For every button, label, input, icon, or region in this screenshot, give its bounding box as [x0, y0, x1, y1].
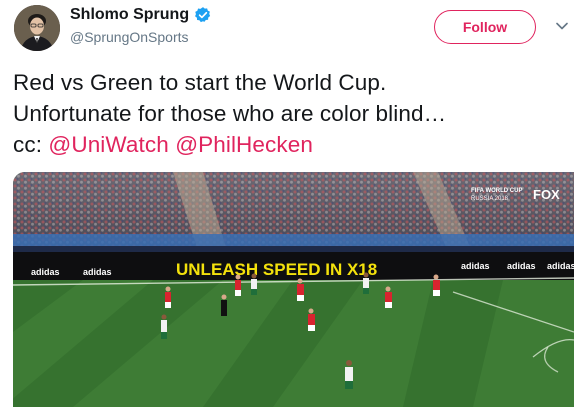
referee: [221, 294, 227, 316]
watermark-title: FIFA WORLD CUP: [471, 188, 522, 194]
player-red-2: [235, 274, 241, 296]
unleash-speed-banner: UNLEASH SPEED IN X18: [176, 260, 377, 279]
cc-label: cc:: [13, 132, 49, 157]
ad-board-4: adidas: [507, 261, 536, 271]
user-handle[interactable]: @SprungOnSports: [70, 29, 189, 45]
ad-board-3: adidas: [461, 261, 490, 271]
mention-philhecken[interactable]: @PhilHecken: [175, 132, 313, 157]
follow-button[interactable]: Follow: [434, 10, 536, 44]
tweet-line-1: Red vs Green to start the World Cup.: [13, 70, 387, 95]
display-name-text: Shlomo Sprung: [70, 6, 190, 23]
player-green-1: [161, 314, 167, 339]
display-name[interactable]: Shlomo Sprung: [70, 6, 212, 24]
tweet-line-2: Unfortunate for those who are color blin…: [13, 101, 447, 126]
player-red-1: [165, 286, 171, 308]
ad-board-1: adidas: [31, 267, 60, 277]
match-photo: adidas adidas adidas adidas adidas UNLEA…: [13, 172, 574, 407]
fox-logo: FOX: [533, 187, 560, 202]
mention-uniwatch[interactable]: @UniWatch: [48, 132, 168, 157]
ad-board-2: adidas: [83, 267, 112, 277]
avatar[interactable]: [14, 5, 60, 51]
profile-photo: [14, 5, 60, 51]
player-green-2: [251, 273, 257, 295]
player-green-3: [363, 272, 369, 294]
tweet-line-3: cc: @UniWatch @PhilHecken: [13, 129, 569, 160]
tweet-text: Red vs Green to start the World Cup. Unf…: [13, 67, 569, 160]
verified-badge-icon: [195, 7, 211, 23]
chevron-down-icon[interactable]: [556, 22, 568, 30]
tweet-media-image[interactable]: adidas adidas adidas adidas adidas UNLEA…: [13, 172, 574, 407]
ad-board-5: adidas: [547, 261, 574, 271]
watermark-subtitle: RUSSIA 2018: [471, 196, 509, 202]
